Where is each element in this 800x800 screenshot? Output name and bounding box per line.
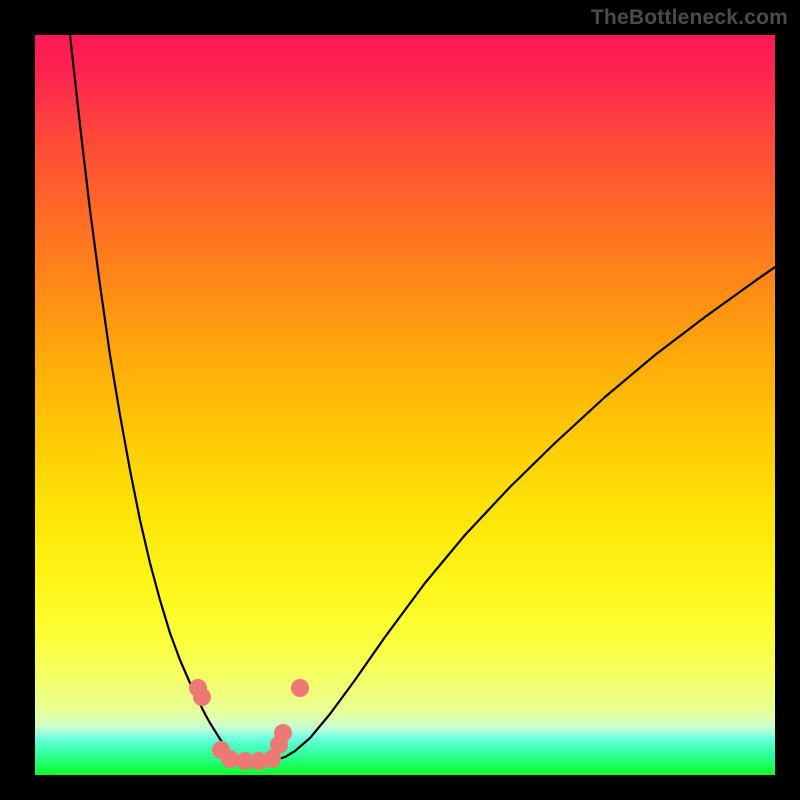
watermark-text: TheBottleneck.com xyxy=(591,6,788,30)
marker-dot xyxy=(193,688,211,706)
marker-dot xyxy=(291,679,309,697)
marker-dot xyxy=(274,724,292,742)
plot-area xyxy=(35,35,775,775)
bottleneck-curve xyxy=(70,35,775,761)
chart-frame: TheBottleneck.com xyxy=(0,0,800,800)
curve-overlay xyxy=(35,35,775,775)
pink-markers xyxy=(189,679,309,770)
